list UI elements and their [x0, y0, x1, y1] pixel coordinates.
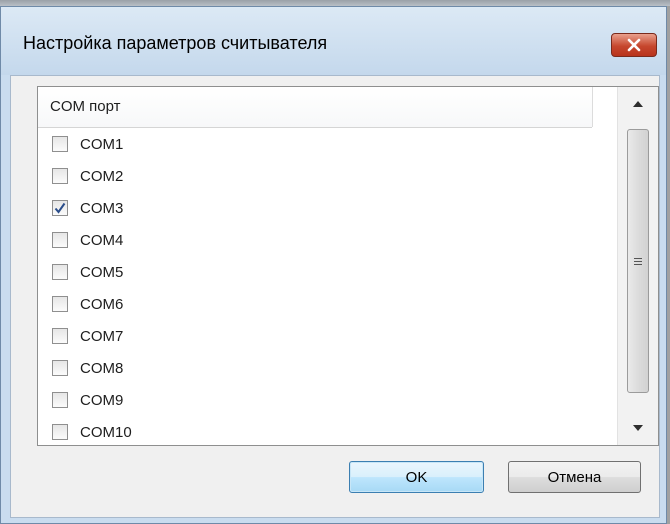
list-column-header[interactable]: COM порт [38, 87, 592, 128]
list-item-label: COM5 [80, 263, 124, 281]
checkmark-icon [54, 202, 66, 214]
checkbox[interactable] [52, 296, 68, 312]
checkbox[interactable] [52, 168, 68, 184]
vertical-scrollbar[interactable] [617, 87, 658, 445]
chevron-up-icon [633, 101, 643, 107]
checkbox[interactable] [52, 232, 68, 248]
list-item[interactable]: COM6 [38, 288, 592, 320]
close-button[interactable] [611, 33, 657, 57]
checkbox[interactable] [52, 200, 68, 216]
list-rows: COM1 COM2 COM3 COM4 COM5 COM6 COM7 COM8 COM9 COM1… [38, 128, 592, 445]
list-item-label: COM9 [80, 391, 124, 409]
ok-button[interactable]: OK [349, 461, 484, 493]
list-item-label: COM4 [80, 231, 124, 249]
checkbox[interactable] [52, 392, 68, 408]
grip-icon [634, 257, 642, 265]
list-item[interactable]: COM5 [38, 256, 592, 288]
list-item[interactable]: COM7 [38, 320, 592, 352]
list-item-label: COM7 [80, 327, 124, 345]
checkbox[interactable] [52, 424, 68, 440]
list-item-label: COM6 [80, 295, 124, 313]
scroll-thumb[interactable] [627, 129, 649, 393]
dialog-title: Настройка параметров считывателя [23, 33, 328, 53]
chevron-down-icon [633, 425, 643, 431]
title-bar[interactable]: Настройка параметров считывателя [1, 7, 666, 75]
list-item[interactable]: COM8 [38, 352, 592, 384]
list-item-label: COM1 [80, 135, 124, 153]
list-item-label: COM8 [80, 359, 124, 377]
list-item-label: COM10 [80, 423, 132, 441]
list-item[interactable]: COM2 [38, 160, 592, 192]
checkbox[interactable] [52, 328, 68, 344]
list-item-label: COM3 [80, 199, 124, 217]
dialog-window: Настройка параметров считывателя COM пор… [0, 6, 667, 524]
checkbox[interactable] [52, 360, 68, 376]
column-header-label: COM порт [50, 98, 121, 115]
cancel-button[interactable]: Отмена [508, 461, 641, 493]
list-item[interactable]: COM3 [38, 192, 592, 224]
list-item[interactable]: COM1 [38, 128, 592, 160]
list-item[interactable]: COM4 [38, 224, 592, 256]
list-item-label: COM2 [80, 167, 124, 185]
dialog-body: COM порт COM1 COM2 COM3 COM4 COM5 COM6 COM7 COM… [10, 75, 660, 518]
scroll-down-button[interactable] [618, 411, 658, 445]
header-separator [592, 87, 593, 127]
scroll-up-button[interactable] [618, 87, 658, 121]
checkbox[interactable] [52, 264, 68, 280]
com-port-list[interactable]: COM порт COM1 COM2 COM3 COM4 COM5 COM6 COM7 COM… [37, 86, 659, 446]
list-item[interactable]: COM9 [38, 384, 592, 416]
list-item[interactable]: COM10 [38, 416, 592, 445]
close-icon [627, 38, 641, 52]
checkbox[interactable] [52, 136, 68, 152]
